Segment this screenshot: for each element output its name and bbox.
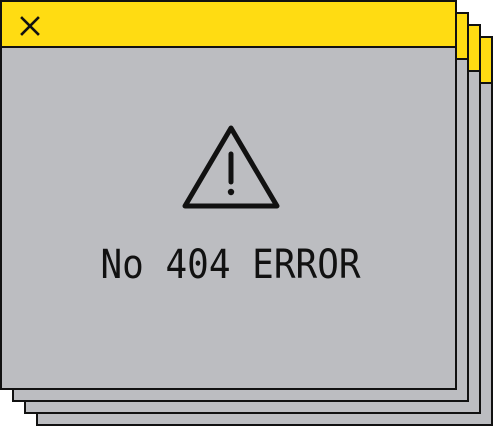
close-icon	[20, 16, 40, 36]
dialog-titlebar	[2, 2, 455, 48]
warning-icon	[182, 125, 280, 209]
error-message: No 404 ERROR	[100, 242, 361, 288]
close-button[interactable]	[18, 14, 42, 38]
error-dialog-window: No 404 ERROR	[0, 0, 457, 390]
